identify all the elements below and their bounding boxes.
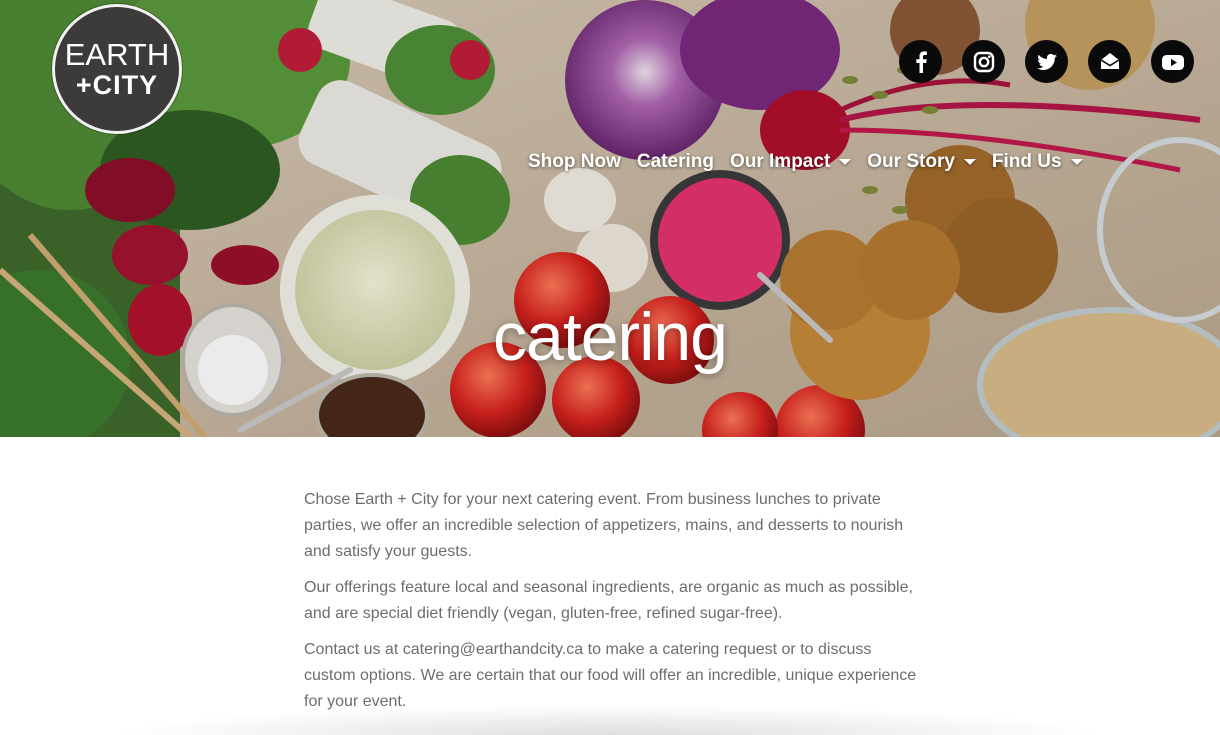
caret-down-icon (963, 159, 976, 165)
main-nav: Shop Now Catering Our Impact Our Story F… (528, 151, 1083, 173)
catering-description: Chose Earth + City for your next caterin… (304, 487, 924, 725)
nav-catering[interactable]: Catering (637, 151, 714, 173)
nav-find-us[interactable]: Find Us (992, 151, 1083, 173)
logo-text-earth: EARTH (64, 37, 170, 72)
youtube-icon[interactable] (1151, 40, 1194, 83)
contact-paragraph: Contact us at catering@earthandcity.ca t… (304, 641, 917, 710)
nav-label: Shop Now (528, 151, 621, 172)
logo-text-city: +CITY (75, 70, 159, 100)
nav-label: Catering (636, 151, 714, 172)
nav-shop-now[interactable]: Shop Now (528, 151, 621, 173)
nav-our-story[interactable]: Our Story (867, 151, 976, 173)
email-icon[interactable] (1088, 40, 1131, 83)
caret-down-icon (839, 159, 852, 165)
caret-down-icon (1070, 159, 1083, 165)
instagram-icon[interactable] (962, 40, 1005, 83)
hero-banner: EARTH +CITY Shop Now Catering Our Impact… (0, 0, 1220, 437)
ingredients-paragraph: Our offerings feature local and seasonal… (304, 579, 913, 622)
twitter-icon[interactable] (1025, 40, 1068, 83)
nav-our-impact[interactable]: Our Impact (729, 151, 852, 173)
social-links (899, 40, 1194, 83)
nav-label: Our Story (867, 151, 955, 172)
intro-paragraph: Chose Earth + City for your next caterin… (304, 491, 904, 560)
page-title: catering (493, 299, 728, 375)
nav-label: Find Us (991, 151, 1062, 172)
nav-label: Our Impact (729, 151, 831, 172)
brand-logo[interactable]: EARTH +CITY (52, 4, 182, 134)
facebook-icon[interactable] (899, 40, 942, 83)
